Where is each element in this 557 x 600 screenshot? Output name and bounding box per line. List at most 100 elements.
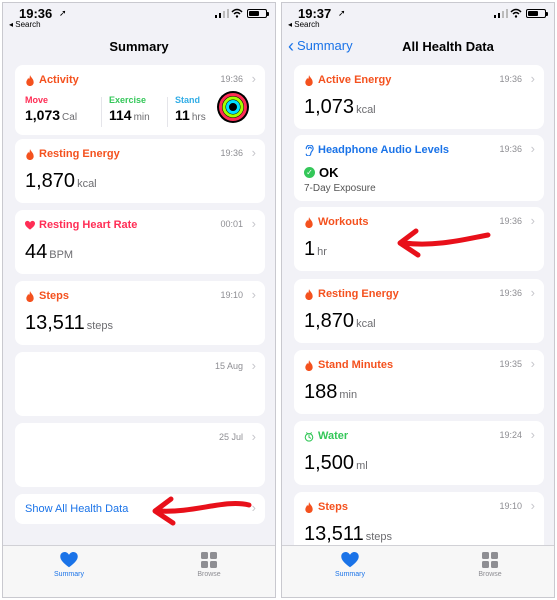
flame-icon [305, 216, 313, 228]
flame-icon [305, 288, 313, 300]
flame-icon [305, 501, 313, 513]
metric-value: 1,073 Cal [25, 107, 78, 123]
card-value: 188 min [304, 381, 358, 403]
back-to-search-link[interactable]: ◂ Search [9, 20, 41, 29]
card-title: Water [318, 430, 349, 442]
signal-icon [215, 9, 229, 18]
card-title: Steps [318, 501, 348, 513]
heart-icon [25, 220, 35, 230]
active-energy-card[interactable]: Active Energy 19:36 › 1,073 kcal [294, 65, 544, 129]
stand-minutes-card[interactable]: Stand Minutes 19:35 › 188 min [294, 350, 544, 414]
all-health-data-screen: 19:37 ➚ ◂ Search ‹ Summary All Health Da… [281, 2, 555, 598]
tab-summary[interactable]: Summary [320, 552, 380, 578]
chevron-right-icon: › [530, 285, 535, 300]
resting-energy-card[interactable]: Resting Energy 19:36 › 1,870 kcal [15, 139, 265, 203]
card-time: 00:01 [220, 219, 243, 229]
chevron-right-icon: › [530, 141, 535, 156]
card-time: 19:36 [499, 288, 522, 298]
card-time: 19:36 [220, 148, 243, 158]
card-title: Headphone Audio Levels [318, 144, 450, 156]
resting-energy-card[interactable]: Resting Energy 19:36 › 1,870 kcal [294, 279, 544, 343]
activity-card[interactable]: Activity 19:36 › Move 1,073 Cal Exercise … [15, 65, 265, 135]
status-subtitle: 7-Day Exposure [304, 183, 376, 194]
browse-grid-icon [201, 552, 217, 568]
workouts-card[interactable]: Workouts 19:36 › 1 hr [294, 207, 544, 271]
tab-label: Summary [335, 571, 365, 578]
card-value: 1,073 kcal [304, 96, 376, 118]
chevron-right-icon: › [530, 427, 535, 442]
card-time: 19:24 [499, 430, 522, 440]
card-header: Workouts [304, 216, 369, 228]
status-bar: 19:36 ➚ ◂ Search [3, 3, 275, 33]
nav-bar: ‹ Summary All Health Data [282, 33, 554, 61]
card-title: Active Energy [318, 74, 392, 86]
nav-bar: Summary [3, 33, 275, 61]
status-row: ✓ OK [304, 165, 339, 180]
card-title: Stand Minutes [318, 359, 394, 371]
card-value: 1 hr [304, 238, 327, 260]
chevron-right-icon: › [251, 71, 256, 86]
chevron-right-icon: › [530, 213, 535, 228]
chevron-right-icon: › [530, 498, 535, 513]
card-header: Stand Minutes [304, 359, 393, 371]
chevron-right-icon: › [251, 429, 256, 444]
card-time: 19:36 [499, 74, 522, 84]
tab-label: Browse [197, 571, 221, 578]
chevron-right-icon: › [251, 358, 256, 373]
metric-label: Exercise [109, 95, 147, 105]
water-card[interactable]: Water 19:24 › 1,500 ml [294, 421, 544, 485]
card-value: 1,870 kcal [304, 310, 376, 332]
status-time: 19:37 [298, 6, 332, 21]
card-value: 13,511 steps [25, 312, 113, 334]
page-title: All Health Data [402, 39, 494, 54]
wifi-icon [231, 8, 243, 18]
card-header: Steps [304, 501, 348, 513]
comparison-stage: 19:36 ➚ ◂ Search Summary Activity 19:36 … [0, 0, 557, 600]
activity-rings-icon [217, 91, 249, 123]
card-time: 25 Jul [218, 432, 243, 442]
tab-browse[interactable]: Browse [179, 552, 239, 578]
headphone-audio-card[interactable]: Headphone Audio Levels 19:36 › ✓ OK 7-Da… [294, 135, 544, 201]
back-to-search-link[interactable]: ◂ Search [288, 20, 320, 29]
tab-summary[interactable]: Summary [39, 552, 99, 578]
card-time: 19:10 [499, 501, 522, 511]
tab-browse[interactable]: Browse [460, 552, 520, 578]
card-value: 13,511 steps [304, 523, 392, 545]
card-time: 19:10 [220, 290, 243, 300]
card-title: Activity [39, 74, 79, 86]
divider [101, 97, 102, 127]
show-all-health-data-button[interactable]: Show All Health Data › [15, 494, 265, 524]
battery-icon [526, 9, 548, 18]
card-header: Activity [25, 74, 79, 86]
card-time: 19:35 [499, 359, 522, 369]
resting-heart-rate-card[interactable]: Resting Heart Rate 00:01 › 44 BPM [15, 210, 265, 274]
summary-screen: 19:36 ➚ ◂ Search Summary Activity 19:36 … [2, 2, 276, 598]
tab-label: Browse [478, 571, 502, 578]
exercise-metric: Exercise 114 min [109, 95, 169, 129]
card-time: 19:36 [499, 144, 522, 154]
location-arrow-icon: ➚ [338, 8, 346, 18]
flame-icon [26, 74, 34, 86]
card-value: 1,870 kcal [25, 170, 97, 192]
card-title: Workouts [318, 216, 369, 228]
card-title: Resting Energy [318, 288, 399, 300]
empty-card[interactable]: 25 Jul › [15, 423, 265, 487]
tab-bar: Summary Browse [282, 545, 554, 597]
card-title: Steps [39, 290, 69, 302]
status-bar: 19:37 ➚ ◂ Search [282, 3, 554, 33]
chevron-right-icon: › [251, 216, 256, 231]
button-label: Show All Health Data [25, 503, 129, 515]
checkmark-icon: ✓ [304, 167, 315, 178]
card-value: 44 BPM [25, 241, 74, 263]
steps-card[interactable]: Steps 19:10 › 13,511 steps [15, 281, 265, 345]
chevron-left-icon: ‹ [288, 35, 294, 56]
card-header: Resting Heart Rate [25, 219, 137, 231]
page-title: Summary [109, 39, 169, 54]
empty-card[interactable]: 15 Aug › [15, 352, 265, 416]
status-value: OK [319, 165, 339, 180]
metric-value: 114 min [109, 107, 150, 123]
card-header: Resting Energy [25, 148, 120, 160]
ear-icon [305, 144, 314, 156]
card-time: 19:36 [220, 74, 243, 84]
card-title: Resting Heart Rate [39, 219, 138, 231]
